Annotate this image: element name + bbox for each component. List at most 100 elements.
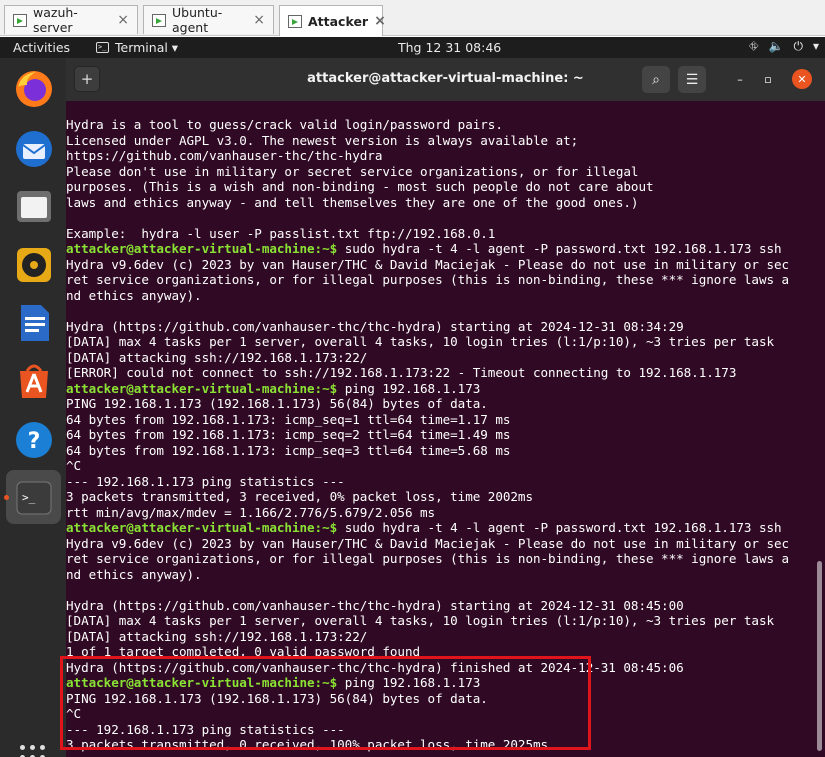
terminal-headerbar: + attacker@attacker-virtual-machine: ~ ⌕… <box>66 58 825 101</box>
terminal-line-text: ret service organizations, or for illega… <box>66 272 790 287</box>
terminal-line: 64 bytes from 192.168.1.173: icmp_seq=2 … <box>66 427 510 443</box>
search-icon[interactable]: ⌕ <box>642 66 670 93</box>
vm-tab-ubuntu-agent[interactable]: Ubuntu-agent × <box>143 5 274 35</box>
vm-icon <box>13 13 27 27</box>
terminal-line-text: 64 bytes from 192.168.1.173: icmp_seq=3 … <box>66 442 511 458</box>
close-icon[interactable]: × <box>117 12 129 28</box>
terminal-line: ret service organizations, or for illega… <box>66 272 789 288</box>
terminal-line-text: Example: hydra -l user -P passlist.txt f… <box>66 225 496 241</box>
terminal-line: laws and ethics anyway - and tell themse… <box>66 194 639 211</box>
shell-prompt: attacker@attacker-virtual-machine:~$ <box>66 380 338 396</box>
terminal-line-text: Hydra v9.6dev (c) 2023 by van Hauser/THC… <box>66 256 790 272</box>
terminal-line-text: 64 bytes from 192.168.1.173: icmp_seq=1 … <box>66 411 511 427</box>
close-icon[interactable]: × <box>253 12 265 28</box>
system-tray[interactable]: ⛗ 🔈 ⏻ ▾ <box>749 39 819 54</box>
help-icon[interactable]: ? <box>13 419 55 461</box>
app-menu[interactable]: >_ Terminal ▾ <box>96 40 178 55</box>
terminal-line-text: 3 packets transmitted, 3 received, 0% pa… <box>66 489 533 504</box>
terminal-line-text: laws and ethics anyway - and tell themse… <box>66 194 639 210</box>
terminal-line: [ERROR] could not connect to ssh://192.1… <box>66 365 736 381</box>
terminal-line-text: ^C <box>66 458 82 473</box>
menu-icon[interactable]: ☰ <box>678 66 706 93</box>
gnome-top-bar: Activities >_ Terminal ▾ Thg 12 31 08:46… <box>0 37 825 58</box>
terminal-line: Please don't use in military or secret s… <box>66 163 639 180</box>
vm-tab-attacker[interactable]: Attacker × <box>279 5 386 36</box>
terminal-icon: >_ <box>96 42 109 53</box>
terminal-line-text: Hydra (https://github.com/vanhauser-thc/… <box>66 597 684 613</box>
terminal-line-text: purposes. (This is a wish and non-bindin… <box>66 179 654 194</box>
terminal-line-text: [DATA] attacking ssh://192.168.1.173:22/ <box>66 628 368 644</box>
terminal-line: Example: hydra -l user -P passlist.txt f… <box>66 226 495 242</box>
terminal-line-text: Hydra (https://github.com/vanhauser-thc/… <box>66 318 684 334</box>
terminal-icon[interactable]: >_ <box>13 477 55 519</box>
terminal-line-text: Licensed under AGPL v3.0. The newest ver… <box>66 132 579 148</box>
terminal-line: https://github.com/vanhauser-thc/thc-hyd… <box>66 148 382 164</box>
files-icon[interactable] <box>13 185 55 227</box>
terminal-window: + attacker@attacker-virtual-machine: ~ ⌕… <box>66 58 825 757</box>
vm-tab-wazuh-server[interactable]: wazuh-server × <box>4 5 138 35</box>
terminal-line: Hydra (https://github.com/vanhauser-thc/… <box>66 598 684 614</box>
vm-icon <box>152 13 166 27</box>
show-apps-icon[interactable] <box>20 745 48 757</box>
minimize-button[interactable]: – <box>730 69 750 89</box>
maximize-button[interactable]: ▫ <box>758 69 778 89</box>
network-icon[interactable]: ⛗ <box>749 39 759 54</box>
terminal-line: nd ethics anyway). <box>66 567 202 583</box>
terminal-line: ret service organizations, or for illega… <box>66 551 789 567</box>
vm-tab-label: Ubuntu-agent <box>172 5 223 35</box>
terminal-line: nd ethics anyway). <box>66 288 202 304</box>
svg-text:>_: >_ <box>22 491 36 504</box>
terminal-line: Hydra v9.6dev (c) 2023 by van Hauser/THC… <box>66 536 789 552</box>
terminal-line: attacker@attacker-virtual-machine:~$ sud… <box>66 241 782 257</box>
terminal-line-text: PING 192.168.1.173 (192.168.1.173) 56(84… <box>66 396 488 411</box>
terminal-line-text: [DATA] max 4 tasks per 1 server, overall… <box>66 334 775 349</box>
thunderbird-icon[interactable] <box>13 128 55 170</box>
terminal-line: Licensed under AGPL v3.0. The newest ver… <box>66 133 578 149</box>
terminal-line-text: 64 bytes from 192.168.1.173: icmp_seq=2 … <box>66 427 511 442</box>
vm-tab-label: wazuh-server <box>33 5 78 35</box>
chevron-down-icon[interactable]: ▾ <box>813 39 819 54</box>
terminal-line: 64 bytes from 192.168.1.173: icmp_seq=1 … <box>66 412 510 428</box>
terminal-line: purposes. (This is a wish and non-bindin… <box>66 179 654 195</box>
terminal-line-text: ret service organizations, or for illega… <box>66 551 790 566</box>
close-button[interactable]: ✕ <box>792 69 812 89</box>
window-title: attacker@attacker-virtual-machine: ~ <box>307 71 584 86</box>
terminal-line: rtt min/avg/max/mdev = 1.166/2.776/5.679… <box>66 505 435 521</box>
terminal-line-text: nd ethics anyway). <box>66 287 202 303</box>
rhythmbox-icon[interactable] <box>13 244 55 286</box>
terminal-line-text: sudo hydra -t 4 -l agent -P password.txt… <box>337 520 782 535</box>
terminal-line-text: ping 192.168.1.173 <box>337 380 481 396</box>
terminal-line: PING 192.168.1.173 (192.168.1.173) 56(84… <box>66 396 488 412</box>
dock: ? >_ <box>0 58 66 757</box>
shell-prompt: attacker@attacker-virtual-machine:~$ <box>66 241 338 256</box>
firefox-icon[interactable] <box>13 68 55 110</box>
terminal-line: 64 bytes from 192.168.1.173: icmp_seq=3 … <box>66 443 510 459</box>
terminal-line: [DATA] max 4 tasks per 1 server, overall… <box>66 613 774 629</box>
power-icon[interactable]: ⏻ <box>793 39 803 54</box>
terminal-line: 3 packets transmitted, 3 received, 0% pa… <box>66 489 533 505</box>
terminal-line-text: Hydra is a tool to guess/crack valid log… <box>66 117 503 132</box>
activities-button[interactable]: Activities <box>13 40 70 55</box>
vm-icon <box>288 14 302 28</box>
scrollbar[interactable] <box>817 561 822 751</box>
app-center-icon[interactable] <box>13 360 55 402</box>
terminal-line: [DATA] attacking ssh://192.168.1.173:22/ <box>66 350 367 366</box>
terminal-line-text: [ERROR] could not connect to ssh://192.1… <box>66 365 737 380</box>
terminal-line: [DATA] attacking ssh://192.168.1.173:22/ <box>66 629 367 645</box>
terminal-line-text: [DATA] attacking ssh://192.168.1.173:22/ <box>66 349 368 365</box>
terminal-line: Hydra (https://github.com/vanhauser-thc/… <box>66 319 684 335</box>
terminal-line: attacker@attacker-virtual-machine:~$ pin… <box>66 381 480 397</box>
terminal-line-text: https://github.com/vanhauser-thc/thc-hyd… <box>66 148 383 163</box>
terminal-line-text: rtt min/avg/max/mdev = 1.166/2.776/5.679… <box>66 504 436 520</box>
terminal-line: attacker@attacker-virtual-machine:~$ sud… <box>66 520 782 536</box>
running-indicator <box>4 495 9 500</box>
close-icon[interactable]: × <box>374 13 386 29</box>
terminal-line-text: Please don't use in military or secret s… <box>66 163 639 179</box>
terminal-line: Hydra v9.6dev (c) 2023 by van Hauser/THC… <box>66 257 789 273</box>
volume-icon[interactable]: 🔈 <box>769 39 784 54</box>
svg-text:?: ? <box>28 429 41 454</box>
terminal-line: [DATA] max 4 tasks per 1 server, overall… <box>66 334 774 350</box>
libreoffice-writer-icon[interactable] <box>13 302 55 344</box>
terminal-line-text: [DATA] max 4 tasks per 1 server, overall… <box>66 613 775 628</box>
clock[interactable]: Thg 12 31 08:46 <box>398 40 501 55</box>
